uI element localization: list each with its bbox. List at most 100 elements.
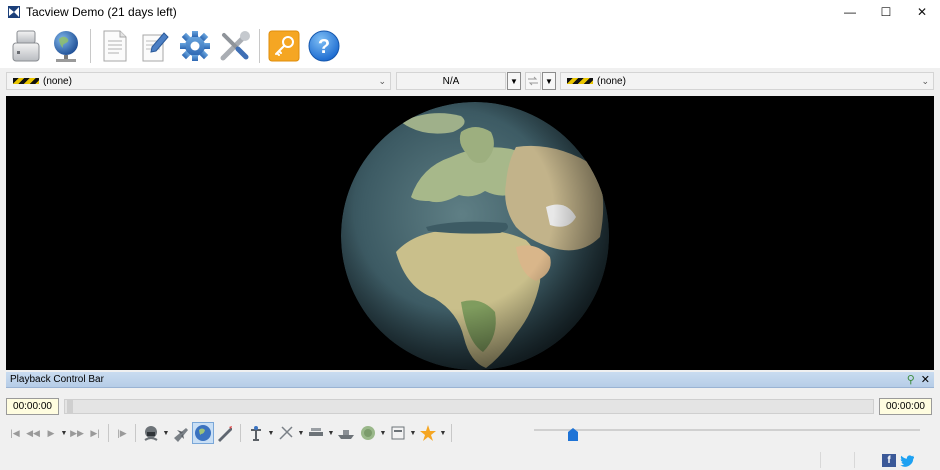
panel-header-controls: ⚲ ✕ bbox=[907, 373, 930, 386]
play-options-dropdown[interactable]: ▼ bbox=[60, 422, 68, 444]
primary-object-value: (none) bbox=[43, 75, 72, 87]
key-icon bbox=[268, 30, 300, 62]
tools-icon bbox=[220, 31, 250, 61]
star-icon bbox=[420, 425, 436, 441]
help-icon: ? bbox=[308, 30, 340, 62]
start-time-display[interactable]: 00:00:00 bbox=[6, 398, 59, 415]
fast-forward-button[interactable]: ▶▶ bbox=[68, 422, 86, 444]
maximize-button[interactable]: ☐ bbox=[868, 0, 904, 24]
play-button[interactable]: ▶ bbox=[42, 422, 60, 444]
open-file-button[interactable] bbox=[8, 28, 44, 64]
dropdown-arrow-icon: ▼ bbox=[545, 76, 553, 86]
play-icon: ▶ bbox=[47, 427, 55, 438]
dropdown-arrow-icon: ▼ bbox=[379, 429, 387, 437]
labels-button[interactable] bbox=[275, 422, 297, 444]
secondary-object-select[interactable]: (none) ⌄ bbox=[560, 72, 934, 90]
notepad-pen-icon bbox=[142, 32, 169, 62]
pilot-helmet-icon bbox=[144, 426, 158, 441]
status-cell bbox=[854, 452, 874, 468]
chevron-down-icon: ⌄ bbox=[921, 76, 929, 86]
bookmarks-button[interactable] bbox=[417, 422, 439, 444]
gear-icon bbox=[180, 31, 210, 61]
object-selector-bar: (none) ⌄ N/A ▼ ▼ (none) ⌄ bbox=[0, 70, 940, 92]
status-cell bbox=[820, 452, 854, 468]
window-controls: — ☐ ✕ bbox=[832, 0, 940, 24]
end-time-value: 00:00:00 bbox=[886, 401, 925, 412]
rewind-button[interactable]: ◀◀ bbox=[24, 422, 42, 444]
playback-toolbar: |◀ ◀◀ ▶ ▼ ▶▶ ▶| |▶ ▼ ▼ ▼ ▼ ▼ ▼ ▼ bbox=[6, 420, 934, 446]
display-options-dropdown[interactable]: ▼ bbox=[409, 422, 417, 444]
timeline-slider[interactable] bbox=[64, 399, 874, 414]
toolbar-separator bbox=[259, 29, 260, 63]
swap-arrows-icon bbox=[528, 76, 538, 86]
pilot-view-button[interactable] bbox=[140, 422, 162, 444]
close-panel-icon[interactable]: ✕ bbox=[921, 373, 930, 386]
earth-globe[interactable] bbox=[341, 102, 609, 370]
toolbar-separator bbox=[90, 29, 91, 63]
runway-icon bbox=[309, 428, 323, 436]
pin-icon[interactable]: ⚲ bbox=[907, 373, 915, 386]
toolbar-separator bbox=[108, 424, 109, 442]
help-button[interactable]: ? bbox=[306, 28, 342, 64]
camera-mode-display[interactable]: N/A bbox=[396, 72, 506, 90]
camera-mode-dropdown[interactable]: ▼ bbox=[507, 72, 521, 90]
end-time-display[interactable]: 00:00:00 bbox=[879, 398, 932, 415]
facebook-icon[interactable]: f bbox=[882, 454, 896, 467]
dropdown-arrow-icon: ▼ bbox=[162, 429, 170, 437]
secondary-object-value: (none) bbox=[597, 75, 626, 87]
window-panel-icon bbox=[391, 426, 405, 440]
bookmarks-dropdown[interactable]: ▼ bbox=[439, 422, 447, 444]
toolbar-separator bbox=[135, 424, 136, 442]
ground-objects-dropdown[interactable]: ▼ bbox=[327, 422, 335, 444]
settings-button[interactable] bbox=[177, 28, 213, 64]
close-button[interactable]: ✕ bbox=[904, 0, 940, 24]
primary-object-select[interactable]: (none) ⌄ bbox=[6, 72, 391, 90]
crosshair-icon bbox=[279, 426, 293, 440]
license-button[interactable] bbox=[266, 28, 302, 64]
swap-objects-button[interactable] bbox=[525, 72, 541, 90]
connect-button[interactable] bbox=[48, 28, 84, 64]
toolbar-separator bbox=[451, 424, 452, 442]
playback-speed-thumb[interactable] bbox=[567, 428, 578, 441]
twitter-bird-icon bbox=[900, 454, 914, 467]
usb-drive-icon bbox=[12, 30, 40, 62]
radar-dropdown[interactable]: ▼ bbox=[379, 422, 387, 444]
display-options-button[interactable] bbox=[387, 422, 409, 444]
chase-view-button[interactable] bbox=[170, 422, 192, 444]
swap-options-dropdown[interactable]: ▼ bbox=[542, 72, 556, 90]
telemetry-button[interactable] bbox=[245, 422, 267, 444]
ground-objects-button[interactable] bbox=[305, 422, 327, 444]
go-to-start-button[interactable]: |◀ bbox=[6, 422, 24, 444]
playback-control-bar-title: Playback Control Bar bbox=[10, 374, 104, 385]
window-title: Tacview Demo (21 days left) bbox=[26, 5, 177, 19]
weapon-view-button[interactable] bbox=[214, 422, 236, 444]
dropdown-arrow-icon: ▼ bbox=[327, 429, 335, 437]
naval-objects-button[interactable] bbox=[335, 422, 357, 444]
rewind-icon: ◀◀ bbox=[26, 427, 40, 438]
dropdown-arrow-icon: ▼ bbox=[60, 429, 68, 437]
minimize-button[interactable]: — bbox=[832, 0, 868, 24]
ship-icon bbox=[338, 430, 354, 439]
hazard-stripe-icon bbox=[567, 78, 593, 84]
step-forward-icon: |▶ bbox=[117, 427, 127, 438]
flight-log-button[interactable] bbox=[97, 28, 133, 64]
3d-view[interactable] bbox=[6, 96, 934, 370]
labels-dropdown[interactable]: ▼ bbox=[297, 422, 305, 444]
global-view-button[interactable] bbox=[192, 422, 214, 444]
title-bar: Tacview Demo (21 days left) — ☐ ✕ bbox=[0, 0, 940, 24]
telemetry-dropdown[interactable]: ▼ bbox=[267, 422, 275, 444]
camera-mode-value: N/A bbox=[442, 75, 460, 87]
twitter-icon[interactable] bbox=[900, 454, 914, 467]
pilot-view-dropdown[interactable]: ▼ bbox=[162, 422, 170, 444]
radar-button[interactable] bbox=[357, 422, 379, 444]
toolbar-separator bbox=[240, 424, 241, 442]
go-to-end-button[interactable]: ▶| bbox=[86, 422, 104, 444]
playback-speed-slider[interactable] bbox=[534, 429, 920, 431]
notepad-button[interactable] bbox=[137, 28, 173, 64]
skip-start-icon: |◀ bbox=[10, 427, 20, 438]
next-frame-button[interactable]: |▶ bbox=[113, 422, 131, 444]
add-ons-button[interactable] bbox=[217, 28, 253, 64]
dropdown-arrow-icon: ▼ bbox=[267, 429, 275, 437]
status-bar bbox=[0, 450, 940, 470]
timeline-thumb[interactable] bbox=[67, 400, 73, 413]
